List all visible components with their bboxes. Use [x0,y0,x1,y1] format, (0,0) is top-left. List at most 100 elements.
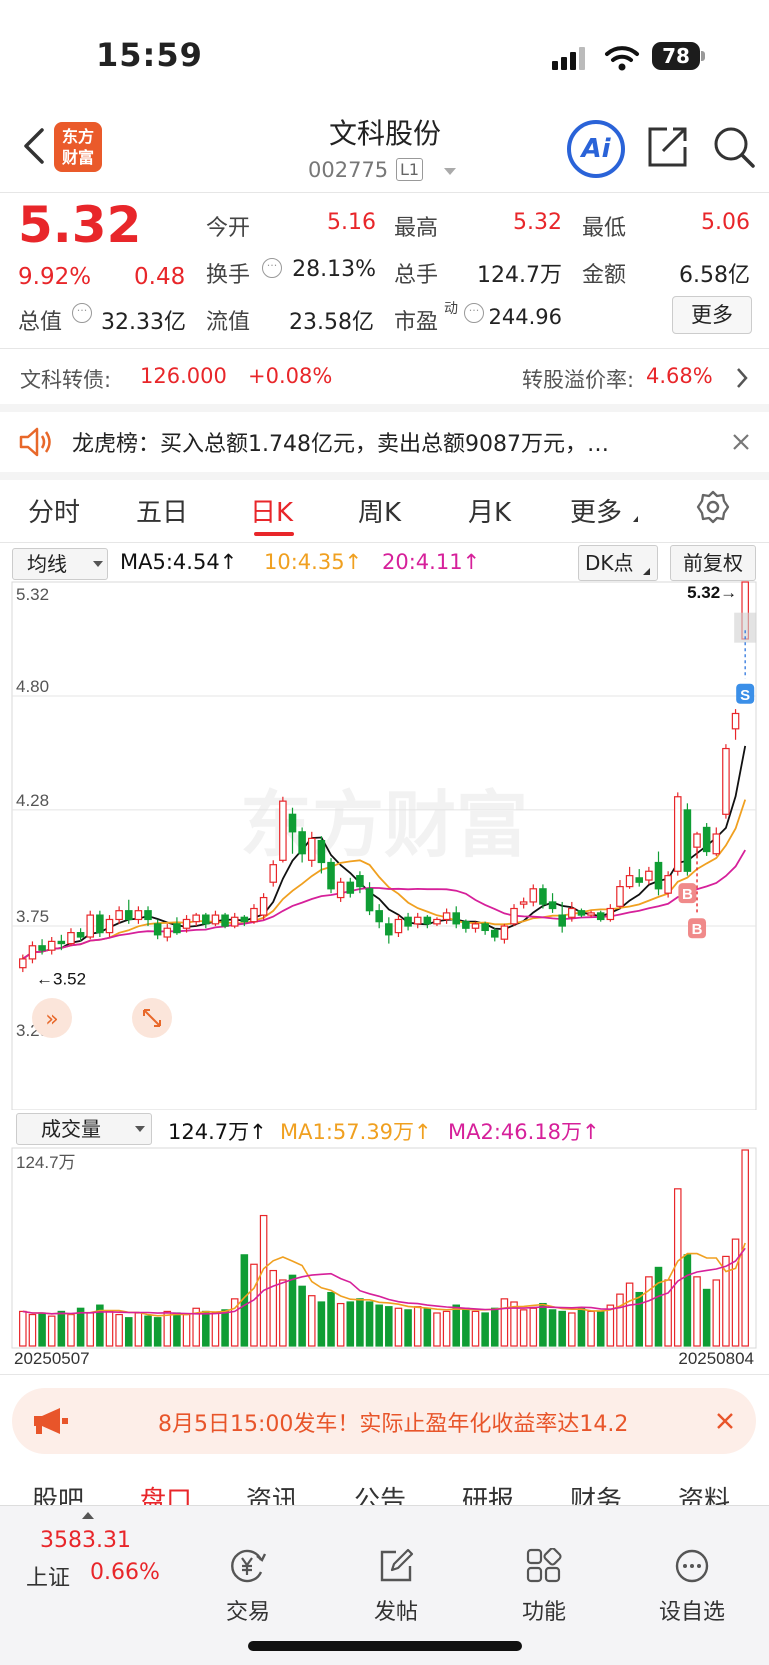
volume-bar [124,1317,133,1347]
share-icon[interactable] [645,125,689,169]
active-tab-indicator [254,532,294,536]
nav-add-watchlist[interactable]: 设自选 [642,1548,742,1626]
candle-body [548,901,557,910]
info-dots-icon[interactable]: ··· [72,303,92,323]
candle-body [442,912,451,921]
indicator-select-label: 均线 [27,552,67,576]
lhb-text: 龙虎榜：买入总额1.748亿元，卖出总额9087万元，… [72,432,609,457]
volume-bar [346,1301,355,1347]
candle-body [413,916,422,925]
candle-body [173,923,181,934]
level-badge[interactable]: L1 [396,158,424,181]
wifi-icon [605,46,639,71]
mktcap-label: 总值 [18,310,63,335]
candle-body [144,910,152,921]
candle-body [240,916,249,923]
volume-bar [481,1312,489,1347]
candlestick-chart[interactable]: 东方财富 5.324.804.283.753.235.32→←3.52SBB» [0,580,769,1110]
nav-post[interactable]: 发帖 [346,1548,446,1626]
convertible-bond-row[interactable]: 文科转债: 126.000 +0.08% 转股溢价率: 4.68% [0,350,769,404]
nav-post-label: 发帖 [373,1600,418,1625]
volume-bar [317,1301,326,1347]
divider [0,348,769,349]
index-value[interactable]: 3583.31 [40,1528,131,1553]
low-marker: ←3.52 [36,969,86,988]
y-tick-label: 4.80 [16,677,49,696]
volume-bar [587,1310,595,1347]
candle-body [202,914,210,925]
low-value: 5.06 [701,210,750,235]
promo-banner[interactable]: 8月5日15:00发车！实际止盈年化收益率达14.2 [12,1388,756,1454]
pe-value: 244.96 [488,305,562,329]
back-arrow-icon[interactable] [18,124,52,168]
volume-bar [596,1310,605,1347]
volume-bar [645,1276,653,1347]
tab-more[interactable]: 更多 [570,492,622,529]
candle-body [211,914,220,925]
candle-body [577,910,586,916]
close-icon[interactable] [731,432,751,452]
yuan-exchange-icon [231,1549,267,1583]
speaker-icon [19,427,51,457]
stock-code: 002775 [308,158,389,182]
candle-body [645,870,653,881]
index-name[interactable]: 上证 [26,1560,70,1592]
candle-body [163,927,172,938]
volume-indicator-select[interactable]: 成交量 [16,1113,152,1145]
volume-bar [298,1285,306,1347]
info-dots-icon[interactable]: ··· [262,258,282,278]
dk-point-button[interactable]: DK点 [578,545,658,581]
divider [0,542,769,543]
level-dropdown-icon[interactable] [444,168,456,175]
tab-weekly-k[interactable]: 周K [358,492,401,529]
settings-gear-icon[interactable] [696,490,730,524]
volume-chart[interactable]: 124.7万 20250507 20250804 [0,1146,769,1372]
date-end-label: 20250804 [678,1349,754,1368]
ma5-value: MA5:4.54↑ [120,550,238,574]
candle-body [230,916,239,927]
volume-bar [539,1302,547,1347]
volume-bar [625,1282,634,1347]
premium-label: 转股溢价率: [522,368,635,392]
change-amount: 0.48 [134,264,186,290]
volume-bar [394,1307,403,1347]
nav-trade-label: 交易 [225,1600,270,1625]
more-button[interactable]: 更多 [672,296,752,334]
close-icon[interactable] [716,1412,734,1430]
candle-body [693,833,701,848]
candle-body [702,826,711,853]
expand-caret-icon[interactable] [82,1512,94,1519]
volume-bar [500,1298,509,1347]
tab-five-day[interactable]: 五日 [136,492,188,529]
candle-body [635,877,644,883]
candle-body [76,932,85,938]
candle-body [221,914,229,927]
dropdown-caret-icon [135,1126,145,1132]
adjust-mode-button[interactable]: 前复权 [670,545,756,581]
search-icon[interactable] [712,125,756,169]
volume-ma2: MA2:46.18万↑ [448,1120,600,1144]
ai-button[interactable]: Ai [567,120,625,178]
volume-bar [616,1293,624,1347]
nav-trade[interactable]: 交易 [198,1548,298,1626]
index-change[interactable]: 0.66% [90,1560,160,1585]
candle-body [596,912,605,921]
low-label: 最低 [582,216,627,241]
indicator-select[interactable]: 均线 [12,548,108,580]
tab-daily-k[interactable]: 日K [250,492,293,529]
high-marker: 5.32→ [687,583,737,602]
nav-functions[interactable]: 功能 [494,1547,594,1626]
tab-intraday[interactable]: 分时 [28,492,80,529]
mktcap-value: 32.33亿 [101,310,186,335]
tab-monthly-k[interactable]: 月K [468,492,511,529]
volume-bar [423,1307,432,1347]
chevron-right-icon [737,368,748,388]
candle-body [712,833,721,855]
info-dots-icon[interactable]: ··· [464,303,484,323]
dropdown-caret-icon [93,561,103,567]
volume-bar [577,1307,586,1347]
volume-value: 124.7万 [477,263,562,288]
dragon-tiger-notice[interactable]: 龙虎榜：买入总额1.748亿元，卖出总额9087万元，… [0,412,769,472]
volume-bar [144,1315,152,1347]
candle-body [731,712,740,730]
